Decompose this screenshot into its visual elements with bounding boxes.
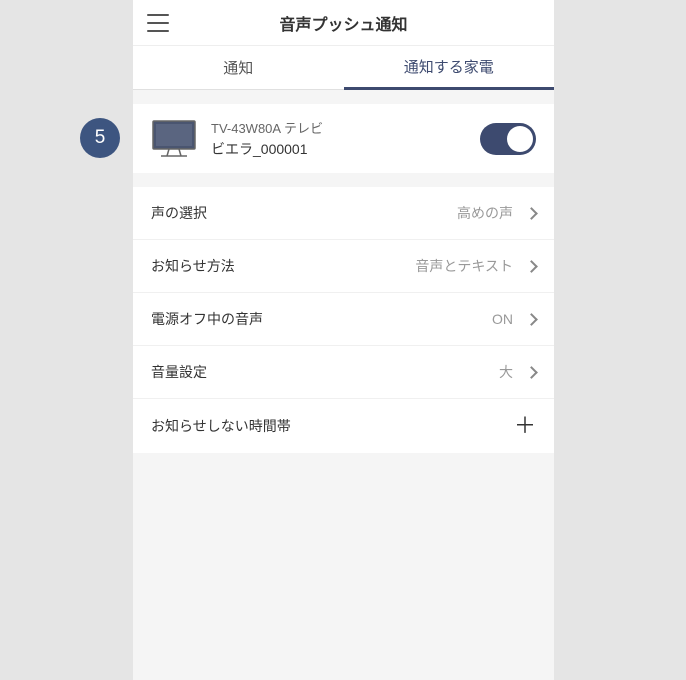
settings-list: 声の選択 高めの声 お知らせ方法 音声とテキスト 電源オフ中の音声 ON 音量設… bbox=[133, 187, 554, 453]
setting-value: 高めの声 bbox=[457, 203, 513, 223]
hamburger-menu-icon[interactable] bbox=[147, 14, 169, 32]
tab-devices[interactable]: 通知する家電 bbox=[344, 46, 555, 90]
chevron-right-icon bbox=[525, 260, 538, 273]
setting-voice-selection[interactable]: 声の選択 高めの声 bbox=[133, 187, 554, 240]
step-badge: 5 bbox=[80, 118, 120, 158]
setting-label: 音量設定 bbox=[151, 362, 499, 382]
device-name: ビエラ_000001 bbox=[211, 139, 480, 159]
device-toggle[interactable] bbox=[480, 123, 536, 155]
chevron-right-icon bbox=[525, 207, 538, 220]
chevron-right-icon bbox=[525, 366, 538, 379]
setting-notification-method[interactable]: お知らせ方法 音声とテキスト bbox=[133, 240, 554, 293]
setting-label: 電源オフ中の音声 bbox=[151, 309, 492, 329]
setting-label: お知らせしない時間帯 bbox=[151, 416, 514, 436]
tab-label: 通知 bbox=[223, 57, 253, 78]
plus-icon: ＋ bbox=[514, 415, 536, 437]
setting-value: 大 bbox=[499, 362, 513, 382]
tab-label: 通知する家電 bbox=[404, 56, 494, 77]
setting-quiet-hours[interactable]: お知らせしない時間帯 ＋ bbox=[133, 399, 554, 453]
device-info: TV-43W80A テレビ ビエラ_000001 bbox=[211, 118, 480, 159]
step-number: 5 bbox=[95, 127, 106, 149]
setting-volume[interactable]: 音量設定 大 bbox=[133, 346, 554, 399]
setting-value: ON bbox=[492, 311, 513, 327]
tab-bar: 通知 通知する家電 bbox=[133, 46, 554, 90]
phone-frame: 音声プッシュ通知 通知 通知する家電 TV-43W80A テレビ ビエラ_000… bbox=[133, 0, 554, 680]
page-title: 音声プッシュ通知 bbox=[133, 11, 554, 35]
tab-notification[interactable]: 通知 bbox=[133, 46, 344, 90]
setting-label: 声の選択 bbox=[151, 203, 457, 223]
chevron-right-icon bbox=[525, 313, 538, 326]
tv-icon bbox=[151, 119, 197, 159]
device-model: TV-43W80A テレビ bbox=[211, 118, 480, 137]
setting-audio-when-off[interactable]: 電源オフ中の音声 ON bbox=[133, 293, 554, 346]
setting-value: 音声とテキスト bbox=[415, 256, 513, 276]
setting-label: お知らせ方法 bbox=[151, 256, 415, 276]
app-header: 音声プッシュ通知 bbox=[133, 0, 554, 46]
device-card: TV-43W80A テレビ ビエラ_000001 bbox=[133, 104, 554, 173]
